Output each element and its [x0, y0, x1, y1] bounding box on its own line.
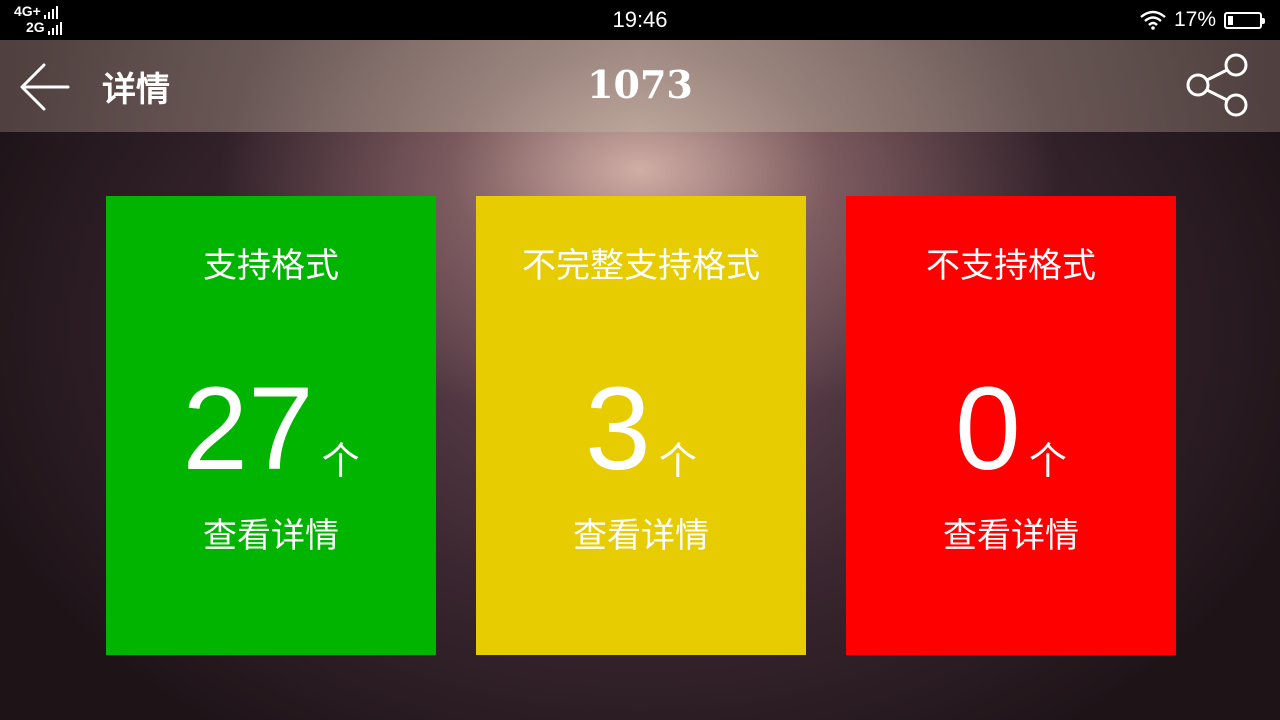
view-details-link[interactable]: 查看详情: [846, 508, 1176, 557]
card-unsupported[interactable]: 不支持格式 0 个 查看详情: [846, 196, 1176, 655]
count-value: 3: [585, 363, 651, 495]
battery-icon: [1224, 11, 1265, 29]
count-unit: 个: [658, 439, 697, 483]
app-header: 详情 1073: [0, 40, 1280, 132]
wifi-icon: [1140, 10, 1166, 30]
battery-level: [1228, 15, 1233, 25]
view-details-link[interactable]: 查看详情: [106, 508, 436, 557]
card-count: 0 个: [846, 370, 1176, 488]
count-unit: 个: [321, 439, 360, 483]
page-title: 1073: [587, 62, 693, 107]
status-right: 17%: [1140, 8, 1265, 32]
count-value: 0: [955, 363, 1021, 495]
card-partially-supported[interactable]: 不完整支持格式 3 个 查看详情: [476, 196, 806, 655]
view-details-link[interactable]: 查看详情: [476, 508, 806, 557]
share-icon: [1186, 53, 1248, 117]
card-title: 支持格式: [203, 246, 339, 286]
status-bar: 4G+ 2G 19:46 17%: [0, 0, 1280, 40]
card-supported[interactable]: 支持格式 27 个 查看详情: [106, 196, 436, 655]
status-time: 19:46: [612, 7, 668, 32]
count-unit: 个: [1028, 439, 1067, 483]
count-value: 27: [182, 363, 314, 495]
share-button[interactable]: [1184, 52, 1250, 118]
card-count: 3 个: [476, 370, 806, 488]
card-count: 27 个: [106, 370, 436, 488]
card-title: 不支持格式: [926, 246, 1096, 286]
battery-percent: 17%: [1173, 8, 1216, 31]
card-title: 不完整支持格式: [522, 246, 760, 286]
